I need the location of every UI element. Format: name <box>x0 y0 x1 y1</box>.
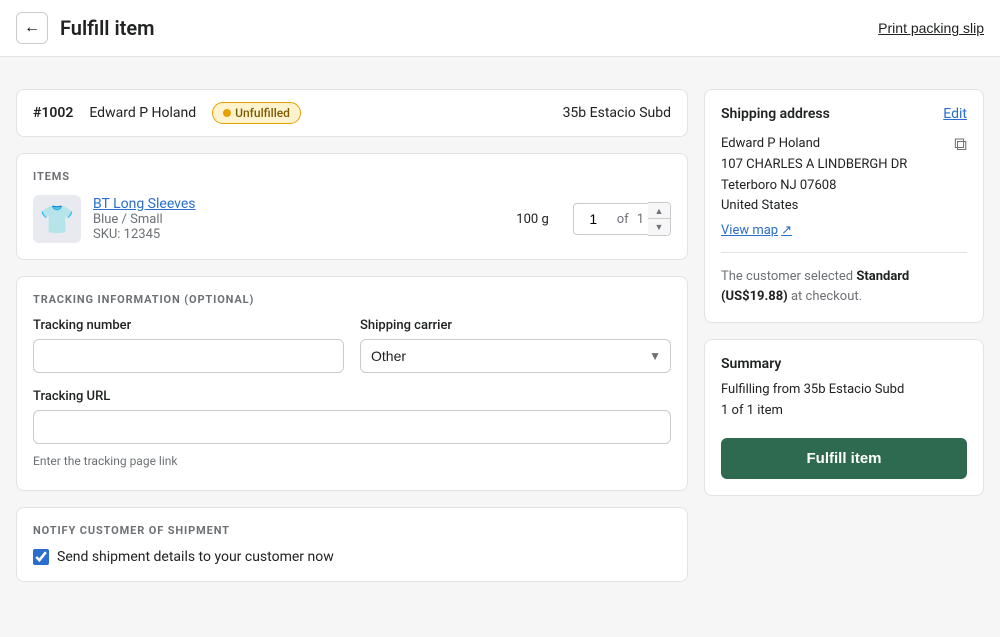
print-packing-slip-button[interactable]: Print packing slip <box>878 20 984 36</box>
item-weight: 100 g <box>516 212 548 227</box>
copy-address-icon[interactable]: ⧉ <box>954 134 967 155</box>
qty-total: 1 <box>633 203 648 235</box>
external-link-icon: ↗ <box>781 223 792 238</box>
shipping-address-header: Shipping address Edit <box>721 106 967 122</box>
notify-checkbox-label[interactable]: Send shipment details to your customer n… <box>57 549 334 565</box>
address-line1: 107 CHARLES A LINDBERGH DR <box>721 155 907 176</box>
shipping-carrier-group: Shipping carrier Other UPS FedEx USPS DH… <box>360 318 671 373</box>
header-left: ← Fulfill item <box>16 12 155 44</box>
address-text: Edward P Holand 107 CHARLES A LINDBERGH … <box>721 134 907 217</box>
item-count: 1 of 1 item <box>721 403 967 418</box>
customer-name: Edward P Holand <box>89 105 196 121</box>
item-variant: Blue / Small <box>93 212 504 227</box>
tracking-url-input[interactable] <box>33 410 671 444</box>
fulfill-item-button[interactable]: Fulfill item <box>721 438 967 479</box>
shipping-carrier-select[interactable]: Other UPS FedEx USPS DHL <box>360 339 671 373</box>
notify-checkbox-row: Send shipment details to your customer n… <box>33 549 671 565</box>
edit-address-link[interactable]: Edit <box>943 106 967 122</box>
item-icon: 👕 <box>40 203 75 236</box>
summary-card: Summary Fulfilling from 35b Estacio Subd… <box>704 339 984 496</box>
address-name: Edward P Holand <box>721 134 907 155</box>
tracking-section-label: TRACKING INFORMATION (OPTIONAL) <box>33 293 671 306</box>
status-badge-label: Unfulfilled <box>235 106 290 120</box>
page-header: ← Fulfill item Print packing slip <box>0 0 1000 57</box>
address-country: United States <box>721 196 907 217</box>
order-info-bar: #1002 Edward P Holand Unfulfilled 35b Es… <box>16 89 688 137</box>
tracking-number-label: Tracking number <box>33 318 344 333</box>
address-row: Edward P Holand 107 CHARLES A LINDBERGH … <box>721 134 967 217</box>
summary-title: Summary <box>721 356 967 372</box>
page-title: Fulfill item <box>60 16 155 40</box>
shipping-method: Standard (US$19.88) <box>721 269 909 304</box>
fulfilling-from: Fulfilling from 35b Estacio Subd <box>721 382 967 397</box>
address-city-state-zip: Teterboro NJ 07608 <box>721 176 907 197</box>
tracking-number-group: Tracking number <box>33 318 344 373</box>
notify-section-label: NOTIFY CUSTOMER OF SHIPMENT <box>33 524 671 537</box>
shipping-address-title: Shipping address <box>721 106 830 122</box>
main-content: #1002 Edward P Holand Unfulfilled 35b Es… <box>16 89 984 582</box>
tracking-card: TRACKING INFORMATION (OPTIONAL) Tracking… <box>16 276 688 491</box>
qty-up-button[interactable]: ▲ <box>648 203 670 219</box>
item-details: BT Long Sleeves Blue / Small SKU: 12345 <box>93 196 504 242</box>
quantity-input[interactable] <box>573 203 613 235</box>
shipping-carrier-select-wrapper: Other UPS FedEx USPS DHL ▼ <box>360 339 671 373</box>
order-number: #1002 <box>33 105 73 121</box>
qty-of-label: of <box>613 203 633 235</box>
status-badge: Unfulfilled <box>212 102 301 124</box>
shipping-note: The customer selected Standard (US$19.88… <box>721 267 967 306</box>
left-column: #1002 Edward P Holand Unfulfilled 35b Es… <box>16 89 688 582</box>
notify-card: NOTIFY CUSTOMER OF SHIPMENT Send shipmen… <box>16 507 688 582</box>
view-map-label: View map <box>721 223 778 238</box>
tracking-url-hint: Enter the tracking page link <box>33 454 671 468</box>
items-card: ITEMS 👕 BT Long Sleeves Blue / Small SKU… <box>16 153 688 260</box>
item-row: 👕 BT Long Sleeves Blue / Small SKU: 1234… <box>33 195 671 243</box>
shipping-carrier-label: Shipping carrier <box>360 318 671 333</box>
back-icon: ← <box>24 19 40 37</box>
page-wrapper: #1002 Edward P Holand Unfulfilled 35b Es… <box>0 73 1000 598</box>
qty-down-button[interactable]: ▼ <box>648 219 670 235</box>
item-image: 👕 <box>33 195 81 243</box>
tracking-url-group: Tracking URL Enter the tracking page lin… <box>33 389 671 468</box>
quantity-control: of 1 ▲ ▼ <box>573 202 671 236</box>
item-name[interactable]: BT Long Sleeves <box>93 196 504 212</box>
items-section-label: ITEMS <box>33 170 671 183</box>
badge-dot-icon <box>223 109 231 117</box>
tracking-url-label: Tracking URL <box>33 389 671 404</box>
tracking-number-input[interactable] <box>33 339 344 373</box>
shipping-address-card: Shipping address Edit Edward P Holand 10… <box>704 89 984 323</box>
view-map-link[interactable]: View map ↗ <box>721 223 792 238</box>
notify-checkbox[interactable] <box>33 549 49 565</box>
back-button[interactable]: ← <box>16 12 48 44</box>
order-location: 35b Estacio Subd <box>563 105 671 121</box>
tracking-row: Tracking number Shipping carrier Other U… <box>33 318 671 373</box>
right-column: Shipping address Edit Edward P Holand 10… <box>704 89 984 582</box>
quantity-arrows: ▲ ▼ <box>648 202 671 236</box>
item-sku: SKU: 12345 <box>93 227 504 242</box>
address-divider <box>721 252 967 253</box>
